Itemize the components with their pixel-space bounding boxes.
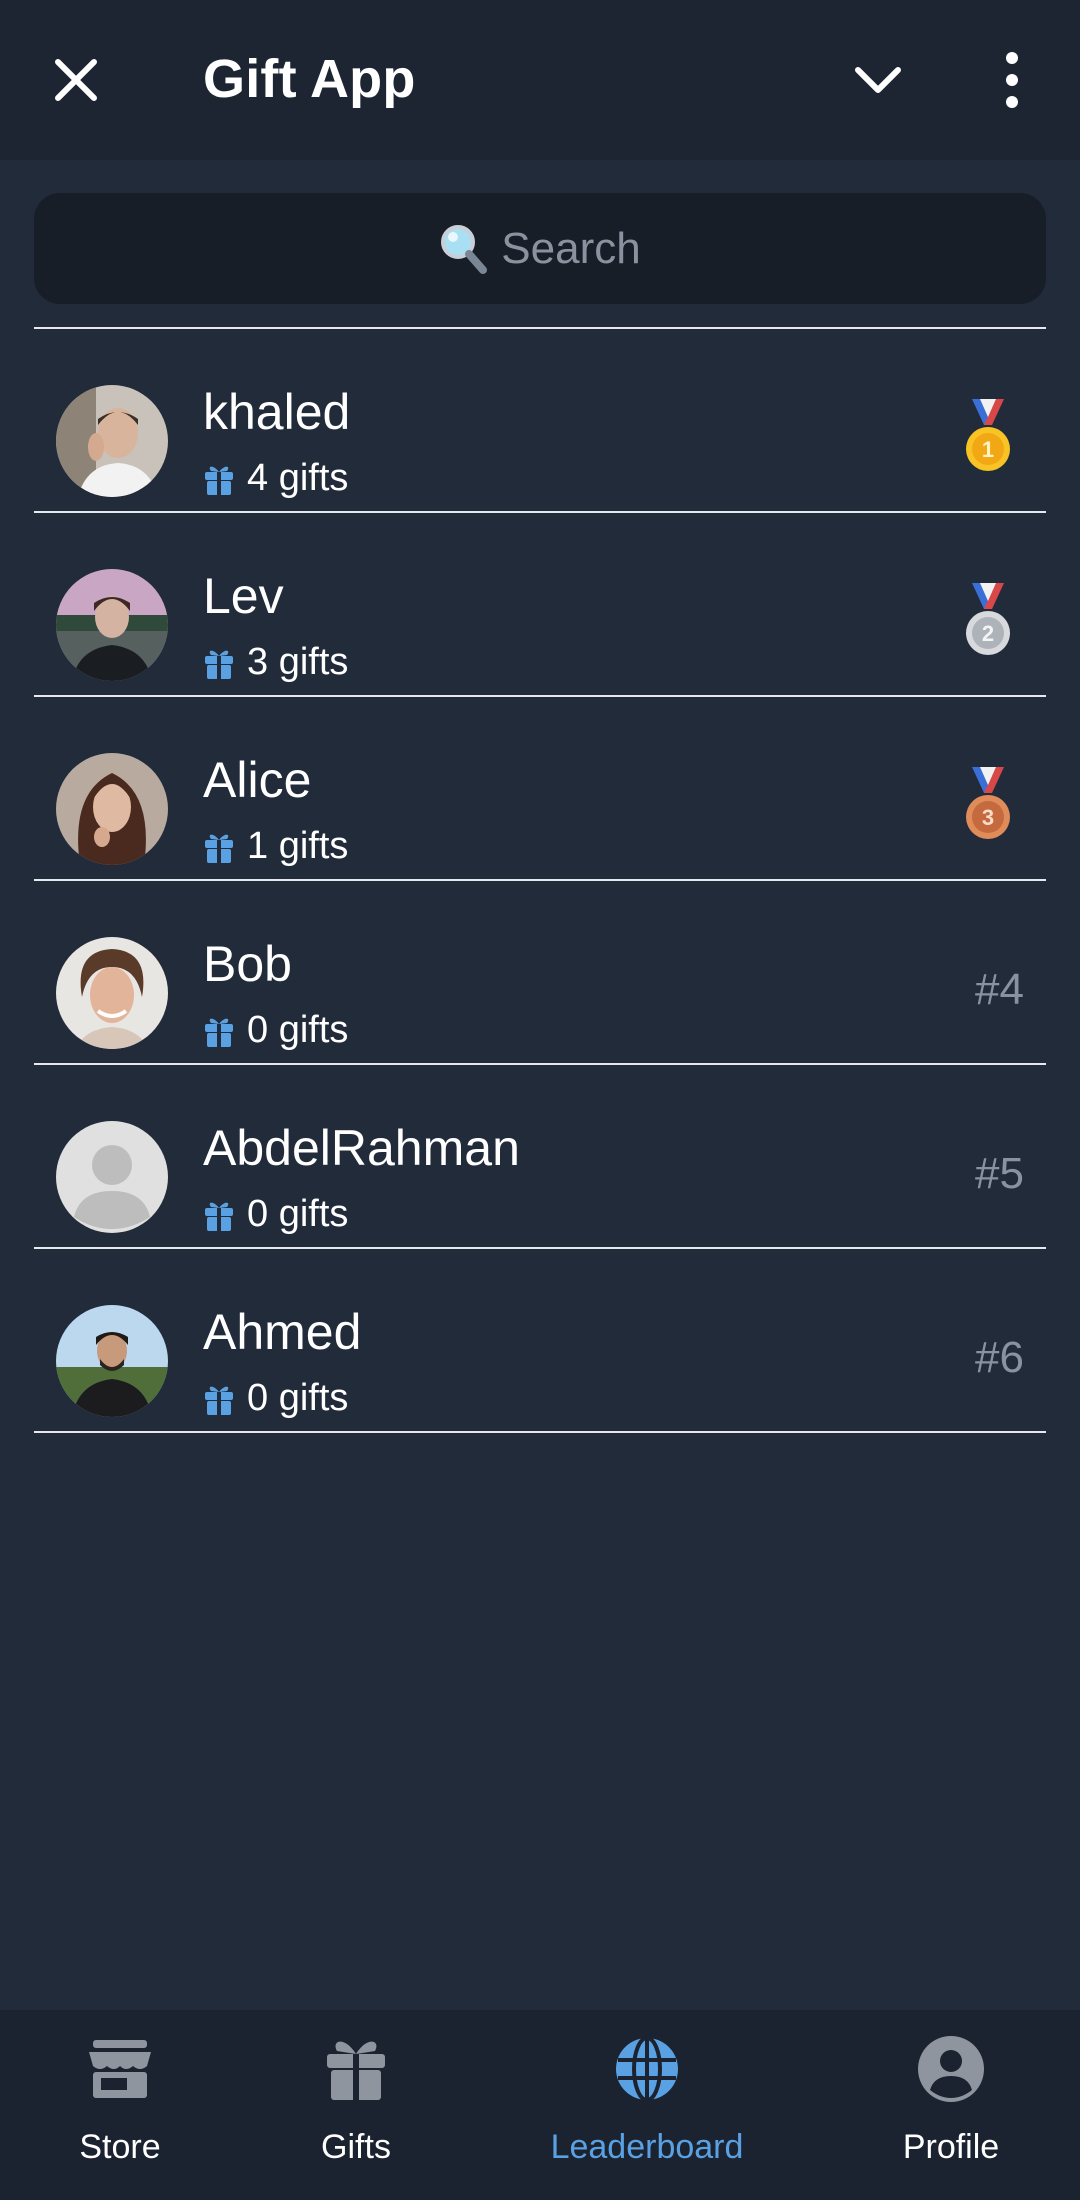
user-name: khaled [203,384,351,440]
profile-icon [918,2036,984,2102]
nav-label: Gifts [321,2128,391,2166]
svg-text:2: 2 [982,621,994,646]
gift-count: 1 gifts [203,825,348,868]
nav-gifts[interactable]: Gifts [246,2010,466,2200]
gift-count: 0 gifts [203,1193,348,1236]
app-title: Gift App [203,49,416,109]
gift-count: 0 gifts [203,1377,348,1420]
magnifying-glass-icon [441,224,488,274]
search-input[interactable]: Search [34,193,1046,304]
gift-icon [205,1202,233,1231]
avatar [56,569,168,681]
close-icon[interactable] [48,52,104,108]
svg-text:3: 3 [982,805,994,830]
leaderboard-row[interactable]: Alice 1 gifts 3 [34,697,1046,881]
default-avatar-icon [56,1121,168,1233]
gift-count-text: 0 gifts [247,1193,349,1235]
nav-label: Store [79,2128,161,2166]
leaderboard-row[interactable]: Lev 3 gifts 2 [34,513,1046,697]
gift-app-screen: Gift App Search khaled 4 gifts 1 Lev 3 g… [0,0,1080,2200]
search-placeholder: Search [501,223,641,273]
avatar [56,753,168,865]
gift-count: 3 gifts [203,641,348,684]
leaderboard-list: khaled 4 gifts 1 Lev 3 gifts 2 Alice 1 g… [34,329,1046,1433]
globe-icon [616,2036,678,2102]
rank-label: #4 [975,965,1024,1014]
leaderboard-row[interactable]: AbdelRahman 0 gifts #5 [34,1065,1046,1249]
bottom-navigation: Store Gifts Leaderboard Profile [0,2010,1080,2200]
silver-medal-icon: 2 [966,583,1010,655]
avatar [56,937,168,1049]
nav-label: Leaderboard [550,2128,744,2166]
nav-label: Profile [902,2128,1000,2166]
rank-label: #6 [975,1333,1024,1382]
gift-icon [327,2041,385,2100]
more-vertical-icon[interactable] [994,50,1030,110]
user-name: Alice [203,752,312,808]
nav-store[interactable]: Store [10,2010,230,2200]
gold-medal-icon: 1 [966,399,1010,471]
top-bar: Gift App [0,0,1080,160]
gift-count-text: 4 gifts [247,457,349,499]
gift-count-text: 3 gifts [247,641,349,683]
avatar [56,1305,168,1417]
user-name: Ahmed [203,1304,362,1360]
gift-count-text: 0 gifts [247,1009,349,1051]
user-name: AbdelRahman [203,1120,520,1176]
svg-text:1: 1 [982,437,994,462]
nav-profile[interactable]: Profile [841,2010,1061,2200]
chevron-down-icon[interactable] [850,58,906,102]
nav-leaderboard[interactable]: Leaderboard [537,2010,757,2200]
store-icon [89,2040,151,2098]
leaderboard-row[interactable]: Bob 0 gifts #4 [34,881,1046,1065]
gift-count: 4 gifts [203,457,348,500]
gift-count: 0 gifts [203,1009,348,1052]
gift-icon [205,466,233,495]
gift-count-text: 1 gifts [247,825,349,867]
user-name: Bob [203,936,292,992]
user-name: Lev [203,568,284,624]
avatar [56,385,168,497]
rank-label: #5 [975,1149,1024,1198]
gift-count-text: 0 gifts [247,1377,349,1419]
gift-icon [205,650,233,679]
gift-icon [205,1386,233,1415]
leaderboard-row[interactable]: Ahmed 0 gifts #6 [34,1249,1046,1433]
gift-icon [205,834,233,863]
bronze-medal-icon: 3 [966,767,1010,839]
gift-icon [205,1018,233,1047]
leaderboard-row[interactable]: khaled 4 gifts 1 [34,329,1046,513]
